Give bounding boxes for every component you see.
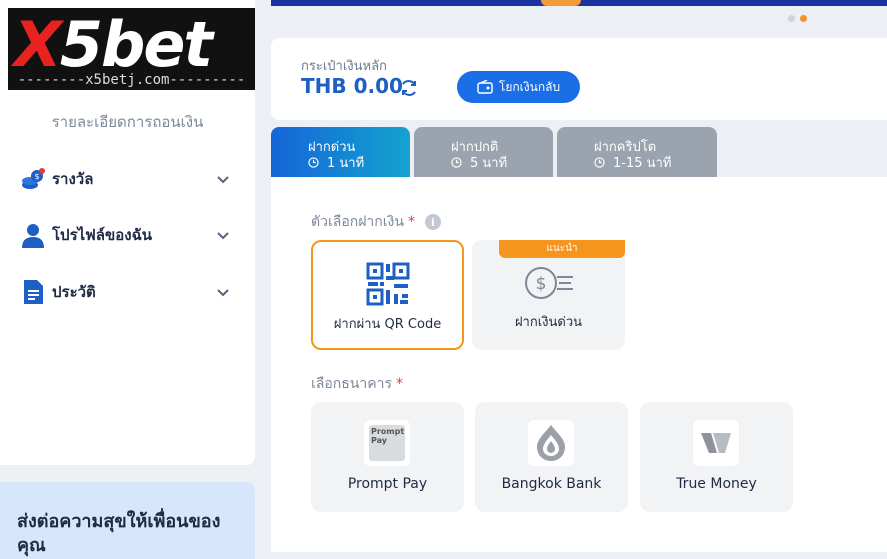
bank-bangkok-bank[interactable]: Bangkok Bank	[475, 402, 628, 512]
prompt-pay-logo-mark: Prompt Pay	[369, 425, 405, 461]
carousel-dot[interactable]	[788, 15, 795, 22]
lotus-icon	[537, 425, 565, 461]
sidebar-item-profile[interactable]: โปรไฟล์ของฉัน	[20, 220, 230, 250]
user-icon	[20, 222, 46, 248]
tab-time-label: 1 นาที	[327, 156, 365, 171]
carousel-dots	[788, 15, 807, 22]
prompt-pay-logo-line-1: Prompt	[371, 427, 405, 436]
bank-prompt-pay[interactable]: Prompt Pay Prompt Pay	[311, 402, 464, 512]
bank-select-label: เลือกธนาคาร *	[311, 373, 403, 395]
wallet-card: กระเป๋าเงินหลัก THB 0.00 โยกเงินกลับ	[271, 38, 887, 120]
clock-icon	[594, 157, 605, 168]
prompt-pay-logo: Prompt Pay	[364, 420, 410, 466]
coins-icon: $	[20, 166, 46, 192]
carousel-dot-active[interactable]	[800, 15, 807, 22]
svg-text:$: $	[535, 274, 546, 294]
fast-money-icon: $	[524, 267, 573, 299]
sidebar-item-label: โปรไฟล์ของฉัน	[52, 226, 153, 244]
transfer-back-button[interactable]: โยกเงินกลับ	[457, 71, 580, 103]
document-icon	[20, 279, 46, 305]
tab-time: 1-15 นาที	[594, 152, 671, 173]
wallet-label: กระเป๋าเงินหลัก	[301, 59, 387, 74]
tab-fast-deposit[interactable]: ฝากด่วน 1 นาที	[271, 127, 410, 177]
true-money-logo	[693, 420, 739, 466]
true-money-icon	[701, 433, 731, 453]
banner-graphic	[541, 0, 581, 6]
bank-name: Prompt Pay	[347, 476, 428, 492]
chevron-down-icon	[217, 232, 229, 240]
sidebar-item-label: รางวัล	[52, 170, 94, 188]
tab-crypto-deposit[interactable]: ฝากคริปโต 1-15 นาที	[557, 127, 717, 177]
required-mark: *	[395, 376, 403, 392]
option-label: ฝากเงินด่วน	[514, 315, 583, 330]
logo-wordmark: X5bet	[14, 8, 213, 81]
refresh-icon[interactable]	[399, 78, 419, 98]
wallet-balance: THB 0.00	[301, 74, 403, 98]
brand-logo[interactable]: X5bet --------x5betj.com---------	[8, 8, 255, 90]
tab-time: 5 นาที	[451, 152, 507, 173]
tab-time-label: 1-15 นาที	[613, 156, 672, 171]
deposit-options-label: ตัวเลือกฝากเงิน * i	[311, 211, 441, 233]
bank-name: Bangkok Bank	[501, 476, 602, 492]
bank-select-title: เลือกธนาคาร	[311, 376, 392, 392]
sidebar-item-label: ประวัติ	[52, 283, 96, 301]
tab-time-label: 5 นาที	[470, 156, 508, 171]
required-mark: *	[407, 214, 415, 230]
prompt-pay-logo-line-2: Pay	[371, 436, 388, 445]
sidebar: X5bet --------x5betj.com--------- รายละเ…	[0, 0, 255, 465]
logo-x: X	[14, 8, 62, 81]
bangkok-bank-logo	[528, 420, 574, 466]
chevron-down-icon	[217, 176, 229, 184]
top-banner[interactable]	[271, 0, 887, 6]
bank-true-money[interactable]: True Money	[640, 402, 793, 512]
transfer-label: โยกเงินกลับ	[498, 79, 561, 94]
bank-name: True Money	[676, 476, 757, 492]
recommended-badge: แนะนำ	[499, 240, 625, 258]
option-qr-code[interactable]: ฝากผ่าน QR Code	[311, 240, 464, 350]
chevron-down-icon	[217, 289, 229, 297]
svg-text:$: $	[34, 172, 39, 181]
clock-icon	[308, 157, 319, 168]
wallet-transfer-icon	[477, 80, 493, 94]
sidebar-item-history[interactable]: ประวัติ	[20, 277, 230, 307]
deposit-options-title: ตัวเลือกฝากเงิน	[311, 214, 404, 230]
option-label: ฝากผ่าน QR Code	[333, 317, 442, 332]
tab-time: 1 นาที	[308, 152, 364, 173]
promo-text: ส่งต่อความสุขให้เพื่อนของคุณ	[17, 511, 221, 556]
tab-normal-deposit[interactable]: ฝากปกติ 5 นาที	[414, 127, 553, 177]
logo-domain: --------x5betj.com---------	[17, 72, 246, 88]
sidebar-subtitle[interactable]: รายละเอียดการถอนเงิน	[0, 110, 255, 134]
promo-banner[interactable]: ส่งต่อความสุขให้เพื่อนของคุณ	[0, 482, 255, 559]
option-fast-deposit[interactable]: แนะนำ $ ฝากเงินด่วน	[472, 240, 625, 350]
deposit-panel: ตัวเลือกฝากเงิน * i ฝากผ่าน QR Code แนะน…	[271, 177, 887, 552]
qr-code-icon	[366, 262, 409, 306]
logo-rest: 5bet	[59, 8, 213, 81]
clock-icon	[451, 157, 462, 168]
sidebar-item-rewards[interactable]: $ รางวัล	[20, 164, 230, 194]
info-icon[interactable]: i	[424, 214, 441, 230]
